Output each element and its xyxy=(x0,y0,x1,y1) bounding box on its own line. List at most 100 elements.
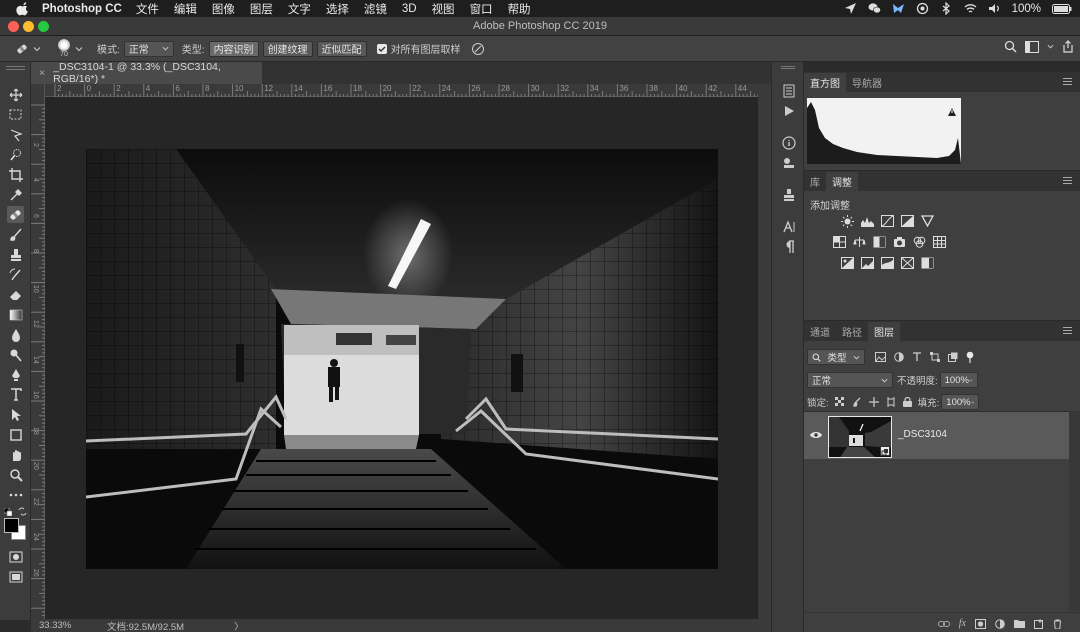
menu-select[interactable]: 选择 xyxy=(326,1,349,17)
lock-all-icon[interactable] xyxy=(902,397,912,407)
layers-scrollbar[interactable] xyxy=(1069,411,1080,611)
lock-pixels-icon[interactable] xyxy=(852,397,862,407)
sample-all-checkbox[interactable] xyxy=(376,43,387,54)
visibility-eye-icon[interactable] xyxy=(810,431,822,439)
menu-3d[interactable]: 3D xyxy=(402,3,417,15)
filter-shape-icon[interactable] xyxy=(930,352,940,362)
actions-play-icon[interactable] xyxy=(780,102,797,119)
proximity-match-button[interactable]: 近似匹配 xyxy=(316,40,367,57)
tab-navigator[interactable]: 导航器 xyxy=(846,73,888,92)
filter-type-icon[interactable] xyxy=(912,352,922,362)
volume-icon[interactable] xyxy=(988,2,1001,15)
info-icon[interactable] xyxy=(780,134,797,151)
brush-size-picker[interactable]: 70 xyxy=(55,38,73,59)
layer-filter-select[interactable]: 类型 xyxy=(807,349,865,365)
share-icon[interactable] xyxy=(1062,40,1074,53)
clone-stamp-tool-icon[interactable] xyxy=(7,246,24,263)
horizontal-ruler[interactable]: 2 0 2 4 6 8 10 12 14 16 18 20 22 24 26 28 30 32 34 36 38 40 42… xyxy=(45,84,760,97)
menu-edit[interactable]: 编辑 xyxy=(174,1,197,17)
brush-tool-icon[interactable] xyxy=(7,226,24,243)
tab-channels[interactable]: 通道 xyxy=(804,322,836,341)
layer-style-icon[interactable]: fx xyxy=(959,618,966,629)
gradient-tool-icon[interactable] xyxy=(7,306,24,323)
content-aware-button[interactable]: 内容识别 xyxy=(208,40,259,57)
menu-filter[interactable]: 滤镜 xyxy=(364,1,387,17)
gradient-map-icon[interactable] xyxy=(900,257,914,269)
screen-mode-icon[interactable] xyxy=(7,568,24,585)
eyedropper-tool-icon[interactable] xyxy=(7,186,24,203)
character-icon[interactable] xyxy=(780,218,797,235)
new-group-icon[interactable] xyxy=(1014,619,1025,628)
healing-brush-preset-icon[interactable] xyxy=(14,42,30,56)
color-balance-icon[interactable] xyxy=(852,236,866,248)
lock-artboard-icon[interactable] xyxy=(886,397,896,407)
document-tab[interactable]: × _DSC3104-1 @ 33.3% (_DSC3104, RGB/16*)… xyxy=(31,61,262,85)
layer-name[interactable]: _DSC3104 xyxy=(898,429,947,440)
filter-smart-object-icon[interactable] xyxy=(948,352,958,362)
exposure-icon[interactable] xyxy=(900,215,914,227)
add-mask-icon[interactable] xyxy=(975,618,986,629)
document-image[interactable] xyxy=(86,149,718,569)
layer-thumbnail[interactable] xyxy=(828,416,892,458)
menu-image[interactable]: 图像 xyxy=(212,1,235,17)
send-icon[interactable] xyxy=(844,2,857,15)
panel-menu-icon[interactable] xyxy=(1063,177,1072,184)
delete-layer-icon[interactable] xyxy=(1053,619,1062,629)
lock-position-icon[interactable] xyxy=(868,397,879,407)
paragraph-icon[interactable] xyxy=(780,238,797,255)
chevron-down-icon[interactable] xyxy=(33,45,41,53)
history-icon[interactable] xyxy=(780,82,797,99)
brightness-contrast-icon[interactable] xyxy=(840,214,854,228)
shape-tool-icon[interactable] xyxy=(7,426,24,443)
default-colors-icon[interactable] xyxy=(3,507,13,517)
wifi-icon[interactable] xyxy=(964,2,977,15)
bluetooth-icon[interactable] xyxy=(940,2,953,15)
vertical-ruler[interactable]: 2 4 6 8 10 12 14 16 18 20 22 24 26 xyxy=(31,84,45,619)
tab-adjustments[interactable]: 调整 xyxy=(826,172,858,191)
status-menu-arrow[interactable]: 〉 xyxy=(234,619,244,632)
more-tools-icon[interactable] xyxy=(7,486,24,503)
filter-toggle-icon[interactable] xyxy=(966,351,974,363)
quick-mask-icon[interactable] xyxy=(7,548,24,565)
hand-tool-icon[interactable] xyxy=(7,446,24,463)
apple-icon[interactable] xyxy=(16,1,30,16)
workspace-icon[interactable] xyxy=(1025,40,1039,53)
swap-colors-icon[interactable] xyxy=(18,507,27,519)
layer-row[interactable]: _DSC3104 xyxy=(804,411,1069,459)
photo-filter-icon[interactable] xyxy=(892,236,906,248)
tab-paths[interactable]: 路径 xyxy=(836,322,868,341)
wechat-icon[interactable] xyxy=(868,2,881,15)
lock-transparent-icon[interactable] xyxy=(834,397,845,407)
channel-mixer-icon[interactable] xyxy=(912,236,926,248)
canvas-area[interactable] xyxy=(45,97,758,619)
menu-file[interactable]: 文件 xyxy=(136,1,159,17)
menu-type[interactable]: 文字 xyxy=(288,1,311,17)
tab-histogram[interactable]: 直方图 xyxy=(804,73,846,92)
foreground-color-swatch[interactable] xyxy=(4,518,19,533)
chevron-down-icon[interactable] xyxy=(75,45,83,53)
curves-icon[interactable] xyxy=(880,215,894,227)
tab-layers[interactable]: 图层 xyxy=(868,322,900,341)
quick-select-tool-icon[interactable] xyxy=(7,146,24,163)
panel-menu-icon[interactable] xyxy=(1063,78,1072,85)
battery-icon[interactable] xyxy=(1052,3,1072,14)
color-lookup-icon[interactable] xyxy=(932,236,946,248)
strip-grip[interactable] xyxy=(781,66,795,69)
clone-source-icon[interactable] xyxy=(780,186,797,203)
levels-icon[interactable] xyxy=(860,215,874,227)
menu-window[interactable]: 窗口 xyxy=(470,1,493,17)
selective-color-icon[interactable] xyxy=(920,257,934,269)
hue-saturation-icon[interactable] xyxy=(832,236,846,248)
marquee-tool-icon[interactable] xyxy=(7,106,24,123)
link-layers-icon[interactable] xyxy=(937,620,950,628)
lasso-tool-icon[interactable] xyxy=(7,126,24,143)
move-tool-icon[interactable] xyxy=(7,86,24,103)
path-select-tool-icon[interactable] xyxy=(7,406,24,423)
blur-tool-icon[interactable] xyxy=(7,326,24,343)
threshold-icon[interactable] xyxy=(880,257,894,269)
menu-view[interactable]: 视图 xyxy=(432,1,455,17)
menu-layer[interactable]: 图层 xyxy=(250,1,273,17)
menu-help[interactable]: 帮助 xyxy=(508,1,531,17)
bird-icon[interactable] xyxy=(892,2,905,15)
opacity-field[interactable]: 100% xyxy=(939,372,978,388)
